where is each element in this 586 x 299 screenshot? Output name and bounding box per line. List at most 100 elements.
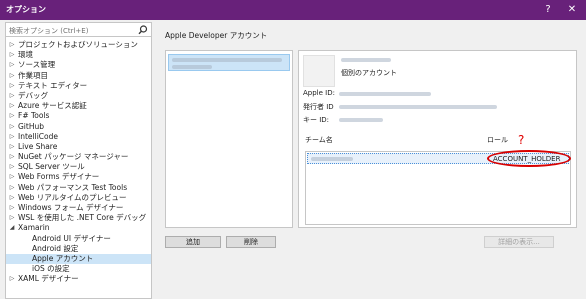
tree-item[interactable]: Apple アカウント bbox=[6, 253, 151, 265]
collapsed-arrow-icon[interactable]: ▷ bbox=[9, 183, 15, 193]
redacted-team-name bbox=[311, 157, 353, 161]
collapsed-arrow-icon[interactable]: ▷ bbox=[9, 71, 15, 81]
expanded-arrow-icon[interactable]: ◢ bbox=[9, 223, 15, 233]
issuer-id-label: 発行者 ID bbox=[303, 103, 334, 111]
collapsed-arrow-icon[interactable]: ▷ bbox=[9, 40, 15, 50]
remove-button[interactable]: 削除 bbox=[226, 236, 276, 248]
title-bar: オプション ? ✕ bbox=[0, 0, 586, 20]
collapsed-arrow-icon[interactable]: ▷ bbox=[9, 193, 15, 203]
tree-item-label: Web リアルタイムのプレビュー bbox=[18, 192, 127, 202]
tree-item-label: iOS の設定 bbox=[32, 264, 70, 274]
collapsed-arrow-icon[interactable]: ▷ bbox=[9, 101, 15, 111]
role-header: ロール bbox=[487, 136, 508, 144]
tree-item[interactable]: Android UI デザイナー bbox=[6, 234, 151, 244]
tree-item[interactable]: ▷ SQL Server ツール bbox=[6, 162, 151, 172]
tree-item[interactable]: ▷ Azure サービス認証 bbox=[6, 101, 151, 111]
tree-item-label: GitHub bbox=[18, 121, 44, 131]
tree-item-label: 環境 bbox=[18, 50, 33, 60]
redacted-account-text bbox=[172, 65, 212, 69]
options-navigation: 検索オプション (Ctrl+E) ▷ プロジェクトおよびソリューション ▷ 環境 ▷ ソー… bbox=[5, 22, 152, 299]
tree-item-label: IntelliCode bbox=[18, 131, 58, 141]
tree-item[interactable]: ▷ 環境 bbox=[6, 50, 151, 60]
redacted-account-name bbox=[341, 58, 391, 62]
tree-item-label: Apple アカウント bbox=[32, 253, 94, 263]
collapsed-arrow-icon[interactable]: ▷ bbox=[9, 111, 15, 121]
details-button[interactable]: 詳細の表示... bbox=[484, 236, 554, 248]
tree-item[interactable]: ▷ デバッグ bbox=[6, 91, 151, 101]
tree-item[interactable]: ▷ 作業項目 bbox=[6, 71, 151, 81]
tree-item[interactable]: ▷ プロジェクトおよびソリューション bbox=[6, 40, 151, 50]
collapsed-arrow-icon[interactable]: ▷ bbox=[9, 122, 15, 132]
collapsed-arrow-icon[interactable]: ▷ bbox=[9, 60, 15, 70]
redacted-key-id bbox=[339, 118, 383, 122]
team-members-list[interactable]: ACCOUNT_HOLDER bbox=[305, 150, 571, 225]
tree-item[interactable]: ▷ Windows フォーム デザイナー bbox=[6, 203, 151, 213]
collapsed-arrow-icon[interactable]: ▷ bbox=[9, 152, 15, 162]
team-name-header: チーム名 bbox=[305, 136, 333, 144]
redacted-apple-id bbox=[339, 92, 431, 96]
tree-item[interactable]: ▷ Web パフォーマンス Test Tools bbox=[6, 183, 151, 193]
tree-item-label: 作業項目 bbox=[18, 70, 48, 80]
tree-item-label: Xamarin bbox=[18, 223, 50, 233]
account-list[interactable] bbox=[165, 50, 293, 228]
help-button[interactable]: ? bbox=[540, 2, 556, 18]
tree-item[interactable]: ◢ Xamarin bbox=[6, 223, 151, 233]
search-input[interactable]: 検索オプション (Ctrl+E) bbox=[9, 26, 88, 36]
tree-item[interactable]: ▷ IntelliCode bbox=[6, 132, 151, 142]
collapsed-arrow-icon[interactable]: ▷ bbox=[9, 142, 15, 152]
apple-id-label: Apple ID: bbox=[303, 89, 335, 97]
tree-item[interactable]: ▷ Web リアルタイムのプレビュー bbox=[6, 193, 151, 203]
collapsed-arrow-icon[interactable]: ▷ bbox=[9, 162, 15, 172]
tree-item-label: プロジェクトおよびソリューション bbox=[18, 40, 138, 49]
tree-item-label: Android 設定 bbox=[32, 243, 79, 253]
tree-item-label: Azure サービス認証 bbox=[18, 101, 87, 111]
section-title: Apple Developer アカウント bbox=[165, 31, 268, 40]
collapsed-arrow-icon[interactable]: ▷ bbox=[9, 50, 15, 60]
tree-item[interactable]: ▷ Live Share bbox=[6, 142, 151, 152]
close-button[interactable]: ✕ bbox=[564, 2, 580, 18]
options-tree: ▷ プロジェクトおよびソリューション ▷ 環境 ▷ ソース管理 ▷ 作業項目 ▷ テキスト エディ… bbox=[6, 40, 151, 285]
tree-item[interactable]: ▷ F# Tools bbox=[6, 111, 151, 121]
tree-item-label: Live Share bbox=[18, 141, 58, 151]
add-button[interactable]: 追加 bbox=[165, 236, 221, 248]
key-id-label: キー ID: bbox=[303, 116, 330, 124]
account-list-item[interactable] bbox=[168, 54, 290, 71]
tree-item-label: ソース管理 bbox=[18, 60, 56, 70]
collapsed-arrow-icon[interactable]: ▷ bbox=[9, 172, 15, 182]
tree-item-label: Android UI デザイナー bbox=[32, 233, 111, 243]
tree-item[interactable]: ▷ WSL を使用した .NET Core デバッグ bbox=[6, 213, 151, 223]
collapsed-arrow-icon[interactable]: ▷ bbox=[9, 213, 15, 223]
tree-item-label: テキスト エディター bbox=[18, 80, 88, 90]
collapsed-arrow-icon[interactable]: ▷ bbox=[9, 203, 15, 213]
tree-item[interactable]: ▷ テキスト エディター bbox=[6, 81, 151, 91]
search-box[interactable]: 検索オプション (Ctrl+E) bbox=[6, 23, 151, 37]
account-type: 個別のアカウント bbox=[341, 69, 397, 77]
tree-item[interactable]: ▷ XAML デザイナー bbox=[6, 274, 151, 284]
annotation-question-mark: ? bbox=[518, 133, 525, 147]
tree-item-label: F# Tools bbox=[18, 111, 50, 121]
tree-item-label: WSL を使用した .NET Core デバッグ bbox=[18, 213, 147, 223]
tree-item[interactable]: iOS の設定 bbox=[6, 264, 151, 274]
tree-item-label: Web パフォーマンス Test Tools bbox=[18, 182, 128, 192]
annotation-circle bbox=[487, 150, 571, 167]
redacted-account-text bbox=[172, 58, 282, 62]
tree-item[interactable]: Android 設定 bbox=[6, 244, 151, 254]
tree-item-label: Web Forms デザイナー bbox=[18, 172, 100, 182]
tree-item-label: Windows フォーム デザイナー bbox=[18, 203, 124, 212]
collapsed-arrow-icon[interactable]: ▷ bbox=[9, 132, 15, 142]
collapsed-arrow-icon[interactable]: ▷ bbox=[9, 91, 15, 101]
search-icon bbox=[138, 25, 148, 35]
window-title: オプション bbox=[6, 5, 46, 14]
account-details: 個別のアカウント Apple ID: 発行者 ID キー ID: チーム名 ロー… bbox=[298, 50, 577, 228]
collapsed-arrow-icon[interactable]: ▷ bbox=[9, 81, 15, 91]
tree-item[interactable]: ▷ Web Forms デザイナー bbox=[6, 172, 151, 182]
tree-item-label: NuGet パッケージ マネージャー bbox=[18, 152, 129, 162]
team-member-row[interactable]: ACCOUNT_HOLDER bbox=[307, 150, 571, 167]
collapsed-arrow-icon[interactable]: ▷ bbox=[9, 274, 15, 284]
avatar bbox=[303, 55, 335, 87]
redacted-issuer-id bbox=[339, 105, 497, 109]
tree-item[interactable]: ▷ ソース管理 bbox=[6, 60, 151, 70]
tree-item-label: XAML デザイナー bbox=[18, 274, 79, 284]
tree-item[interactable]: ▷ NuGet パッケージ マネージャー bbox=[6, 152, 151, 162]
tree-item[interactable]: ▷ GitHub bbox=[6, 122, 151, 132]
